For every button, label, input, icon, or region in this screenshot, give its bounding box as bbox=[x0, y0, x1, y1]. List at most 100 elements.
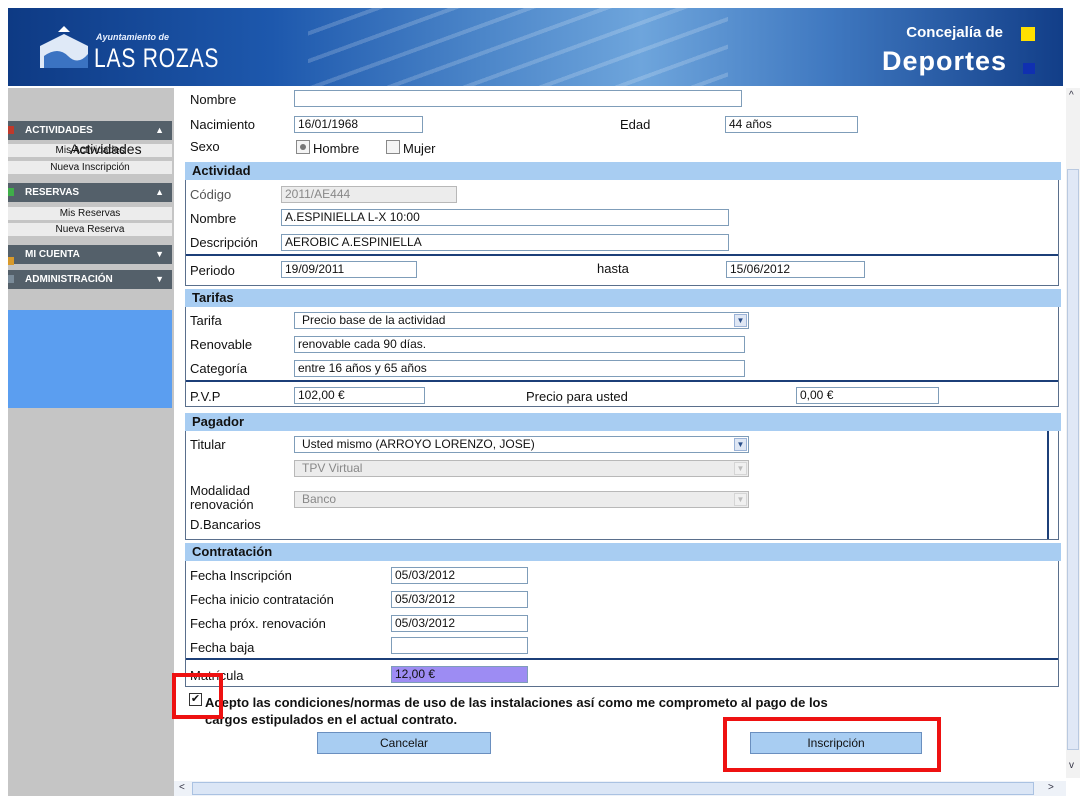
modalidad-label: Modalidad renovación bbox=[190, 483, 254, 512]
nacimiento-field[interactable]: 16/01/1968 bbox=[294, 116, 423, 133]
header-yellow-square bbox=[1021, 27, 1035, 41]
vertical-scroll-thumb[interactable] bbox=[1067, 169, 1079, 750]
matricula-field[interactable]: 12,00 € bbox=[391, 666, 528, 683]
scroll-up-icon[interactable]: ^ bbox=[1069, 90, 1074, 101]
titular-select[interactable]: Usted mismo (ARROYO LORENZO, JOSE) ▼ bbox=[294, 436, 749, 453]
horizontal-scrollbar[interactable]: < > bbox=[174, 781, 1066, 796]
sidebar-item-nueva-reserva[interactable]: Nueva Reserva bbox=[8, 223, 172, 236]
pago-select[interactable]: TPV Virtual ▼ bbox=[294, 460, 749, 477]
expand-arrow-icon: ▼ bbox=[155, 249, 164, 259]
chevron-down-icon: ▼ bbox=[734, 438, 747, 451]
fecha-baja-field[interactable] bbox=[391, 637, 528, 654]
periodo-label: Periodo bbox=[190, 263, 235, 278]
administracion-icon bbox=[8, 275, 14, 283]
site-header: Ayuntamiento de LAS ROZAS Concejalía de … bbox=[8, 8, 1063, 86]
renovable-label: Renovable bbox=[190, 337, 253, 352]
mujer-radio[interactable] bbox=[386, 140, 400, 154]
sidebar-section-label: ACTIVIDADES bbox=[25, 125, 93, 136]
header-subtitle: Concejalía de bbox=[906, 24, 1003, 41]
contratacion-section-heading: Contratación bbox=[185, 543, 1061, 561]
pagador-section-heading: Pagador bbox=[185, 413, 1061, 431]
precio-usted-label: Precio para usted bbox=[526, 389, 628, 404]
scroll-down-icon[interactable]: v bbox=[1069, 760, 1074, 771]
pvp-field[interactable]: 102,00 € bbox=[294, 387, 425, 404]
sidebar-item-mis-actividades[interactable]: Mis Actividades Actividades bbox=[8, 142, 172, 157]
fecha-renovacion-field[interactable]: 05/03/2012 bbox=[391, 615, 528, 632]
chevron-down-icon: ▼ bbox=[734, 314, 747, 327]
mi-cuenta-icon bbox=[8, 257, 14, 265]
sidebar-section-label: ADMINISTRACIÓN bbox=[25, 274, 113, 285]
sidebar-blue-panel bbox=[8, 310, 172, 408]
sidebar-item-mis-reservas[interactable]: Mis Reservas bbox=[8, 207, 172, 220]
fecha-baja-label: Fecha baja bbox=[190, 640, 255, 655]
inscripcion-highlight-box bbox=[723, 717, 941, 772]
scroll-right-icon[interactable]: > bbox=[1048, 782, 1054, 793]
categoria-label: Categoría bbox=[190, 361, 248, 376]
header-title: Deportes bbox=[881, 46, 1007, 76]
header-blue-square bbox=[1023, 63, 1035, 74]
titular-label: Titular bbox=[190, 437, 226, 452]
actividad-nombre-field[interactable]: A.ESPINIELLA L-X 10:00 bbox=[281, 209, 729, 226]
collapse-arrow-icon: ▲ bbox=[155, 187, 164, 197]
reservas-icon bbox=[8, 188, 14, 196]
expand-arrow-icon: ▼ bbox=[155, 274, 164, 284]
actividad-nombre-label: Nombre bbox=[190, 211, 237, 226]
tarifas-section-heading: Tarifas bbox=[185, 289, 1061, 307]
fecha-renovacion-label: Fecha próx. renovación bbox=[190, 616, 326, 631]
sidebar-section-label: RESERVAS bbox=[25, 187, 80, 198]
horizontal-scroll-thumb[interactable] bbox=[192, 782, 1034, 795]
logo-caption: Ayuntamiento de bbox=[96, 32, 170, 42]
hombre-label: Hombre bbox=[313, 141, 360, 156]
sidebar-section-actividades[interactable]: ACTIVIDADES ▲ bbox=[8, 121, 172, 140]
categoria-field[interactable]: entre 16 años y 65 años bbox=[294, 360, 745, 377]
nombre-field[interactable] bbox=[294, 90, 742, 107]
hombre-radio[interactable] bbox=[296, 140, 310, 154]
tarifas-separator bbox=[186, 380, 1058, 382]
nombre-label: Nombre bbox=[190, 92, 237, 107]
sidebar-section-administracion[interactable]: ADMINISTRACIÓN ▼ bbox=[8, 270, 172, 289]
chevron-down-icon: ▼ bbox=[734, 493, 747, 506]
actividades-icon bbox=[8, 126, 14, 134]
fecha-inicio-label: Fecha inicio contratación bbox=[190, 592, 334, 607]
mujer-label: Mujer bbox=[403, 141, 436, 156]
logo-text: LAS ROZAS bbox=[94, 43, 220, 73]
tarifa-label: Tarifa bbox=[190, 313, 222, 328]
descripcion-label: Descripción bbox=[190, 235, 258, 250]
bancarios-label: D.Bancarios bbox=[190, 517, 261, 532]
actividad-separator bbox=[186, 254, 1058, 256]
sidebar-section-label: MI CUENTA bbox=[25, 249, 80, 260]
collapse-arrow-icon: ▲ bbox=[155, 125, 164, 135]
nacimiento-label: Nacimiento bbox=[190, 117, 256, 132]
las-rozas-logo-icon bbox=[40, 26, 88, 68]
fecha-inscripcion-label: Fecha Inscripción bbox=[190, 568, 292, 583]
contratacion-separator bbox=[186, 658, 1058, 660]
cancel-button[interactable]: Cancelar bbox=[317, 732, 491, 754]
sexo-label: Sexo bbox=[190, 139, 220, 154]
edad-label: Edad bbox=[620, 117, 651, 132]
chevron-down-icon: ▼ bbox=[734, 462, 747, 475]
pvp-label: P.V.P bbox=[190, 389, 221, 404]
actividad-section-heading: Actividad bbox=[185, 162, 1061, 180]
sidebar: ACTIVIDADES ▲ Mis Actividades Actividade… bbox=[8, 88, 174, 796]
vertical-scrollbar[interactable]: ^ v bbox=[1066, 88, 1080, 778]
sidebar-section-reservas[interactable]: RESERVAS ▲ bbox=[8, 183, 172, 202]
modalidad-select[interactable]: Banco ▼ bbox=[294, 491, 749, 508]
checkbox-highlight-box bbox=[172, 673, 223, 719]
codigo-field[interactable]: 2011/AE444 bbox=[281, 186, 457, 203]
hasta-label: hasta bbox=[597, 261, 629, 276]
renovable-field[interactable]: renovable cada 90 días. bbox=[294, 336, 745, 353]
hasta-field[interactable]: 15/06/2012 bbox=[726, 261, 865, 278]
precio-usted-field[interactable]: 0,00 € bbox=[796, 387, 939, 404]
fecha-inicio-field[interactable]: 05/03/2012 bbox=[391, 591, 528, 608]
sidebar-item-nueva-inscripcion[interactable]: Nueva Inscripción bbox=[8, 161, 172, 174]
periodo-field[interactable]: 19/09/2011 bbox=[281, 261, 417, 278]
codigo-label: Código bbox=[190, 187, 232, 202]
scroll-left-icon[interactable]: < bbox=[179, 782, 185, 793]
descripcion-field[interactable]: AEROBIC A.ESPINIELLA bbox=[281, 234, 729, 251]
tarifa-select[interactable]: Precio base de la actividad ▼ bbox=[294, 312, 749, 329]
edad-field[interactable]: 44 años bbox=[725, 116, 858, 133]
header-pool-image bbox=[308, 8, 728, 86]
pagador-inner-border bbox=[1047, 431, 1049, 539]
fecha-inscripcion-field[interactable]: 05/03/2012 bbox=[391, 567, 528, 584]
sidebar-section-mi-cuenta[interactable]: MI CUENTA ▼ bbox=[8, 245, 172, 265]
